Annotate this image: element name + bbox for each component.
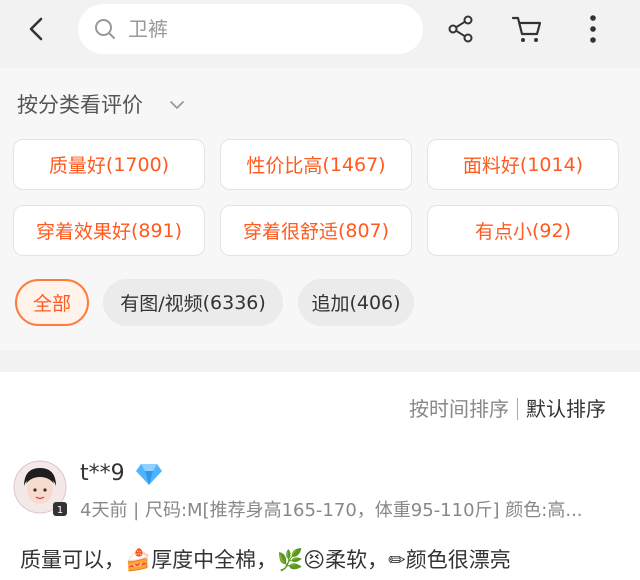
search-icon [95, 19, 115, 39]
tag-quality-good[interactable]: 质量好 (1700) [13, 139, 205, 190]
tag-comfortable[interactable]: 穿着很舒适 (807) [220, 205, 412, 256]
avatar[interactable]: 1 [13, 460, 71, 518]
tag-count: (1700) [105, 153, 170, 176]
tag-label: 穿着很舒适 [242, 221, 338, 243]
pill-label: 全部 [32, 293, 71, 315]
tag-count: (92) [532, 219, 572, 242]
pill-count: (406) [349, 291, 401, 314]
tag-label: 面料好 [462, 155, 520, 177]
tag-count: (1014) [519, 153, 584, 176]
back-icon[interactable] [22, 14, 52, 44]
tag-value-for-money[interactable]: 性价比高 (1467) [220, 139, 412, 190]
review-filter-panel: 按分类看评价 质量好 (1700) 性价比高 (1467) 面料好 (1014) 穿着… [0, 68, 640, 350]
tag-label: 有点小 [474, 221, 532, 243]
review-content: 质量可以，🍰厚度中全棉，🌿😣柔软，✏颜色很漂亮 [20, 548, 511, 572]
review-meta: 4天前 | 尺码:M[推荐身高165-170，体重95-110斤] 颜色:高..… [80, 500, 583, 521]
pill-follow-up[interactable]: 追加 (406) [298, 279, 414, 326]
share-icon[interactable] [446, 14, 476, 44]
pill-count: (6336) [202, 291, 266, 314]
review-category-title: 按分类看评价 [17, 93, 143, 117]
review-list: 按时间排序 默认排序 1 t**9 4天前 | 尺码:M[推荐身高165-170… [0, 372, 640, 580]
sort-default[interactable]: 默认排序 [526, 396, 606, 422]
tag-label: 穿着效果好 [35, 221, 131, 243]
search-input[interactable]: 卫裤 [78, 4, 423, 54]
top-bar: 卫裤 [0, 0, 640, 58]
cart-icon[interactable] [510, 13, 544, 45]
sort-options: 按时间排序 默认排序 [409, 396, 606, 422]
tag-fabric-good[interactable]: 面料好 (1014) [427, 139, 619, 190]
tag-count: (1467) [322, 153, 386, 176]
chevron-down-icon[interactable] [168, 96, 186, 114]
tag-label: 质量好 [48, 155, 106, 177]
tag-label: 性价比高 [246, 155, 323, 177]
svg-text:1: 1 [57, 505, 63, 516]
tag-a-bit-small[interactable]: 有点小 (92) [427, 205, 619, 256]
reviewer-username: t**9 [80, 461, 125, 486]
search-query-text: 卫裤 [128, 17, 168, 41]
sort-divider [517, 398, 518, 420]
pill-label: 有图/视频 [120, 293, 203, 315]
tag-wearing-effect[interactable]: 穿着效果好 (891) [13, 205, 205, 256]
pill-all[interactable]: 全部 [15, 279, 89, 326]
diamond-icon [136, 464, 162, 485]
tag-count: (891) [130, 219, 183, 242]
tag-count: (807) [337, 219, 390, 242]
more-icon[interactable] [580, 12, 606, 46]
pill-with-media[interactable]: 有图/视频 (6336) [103, 279, 283, 326]
pill-label: 追加 [311, 293, 350, 315]
sort-by-time[interactable]: 按时间排序 [409, 396, 509, 422]
